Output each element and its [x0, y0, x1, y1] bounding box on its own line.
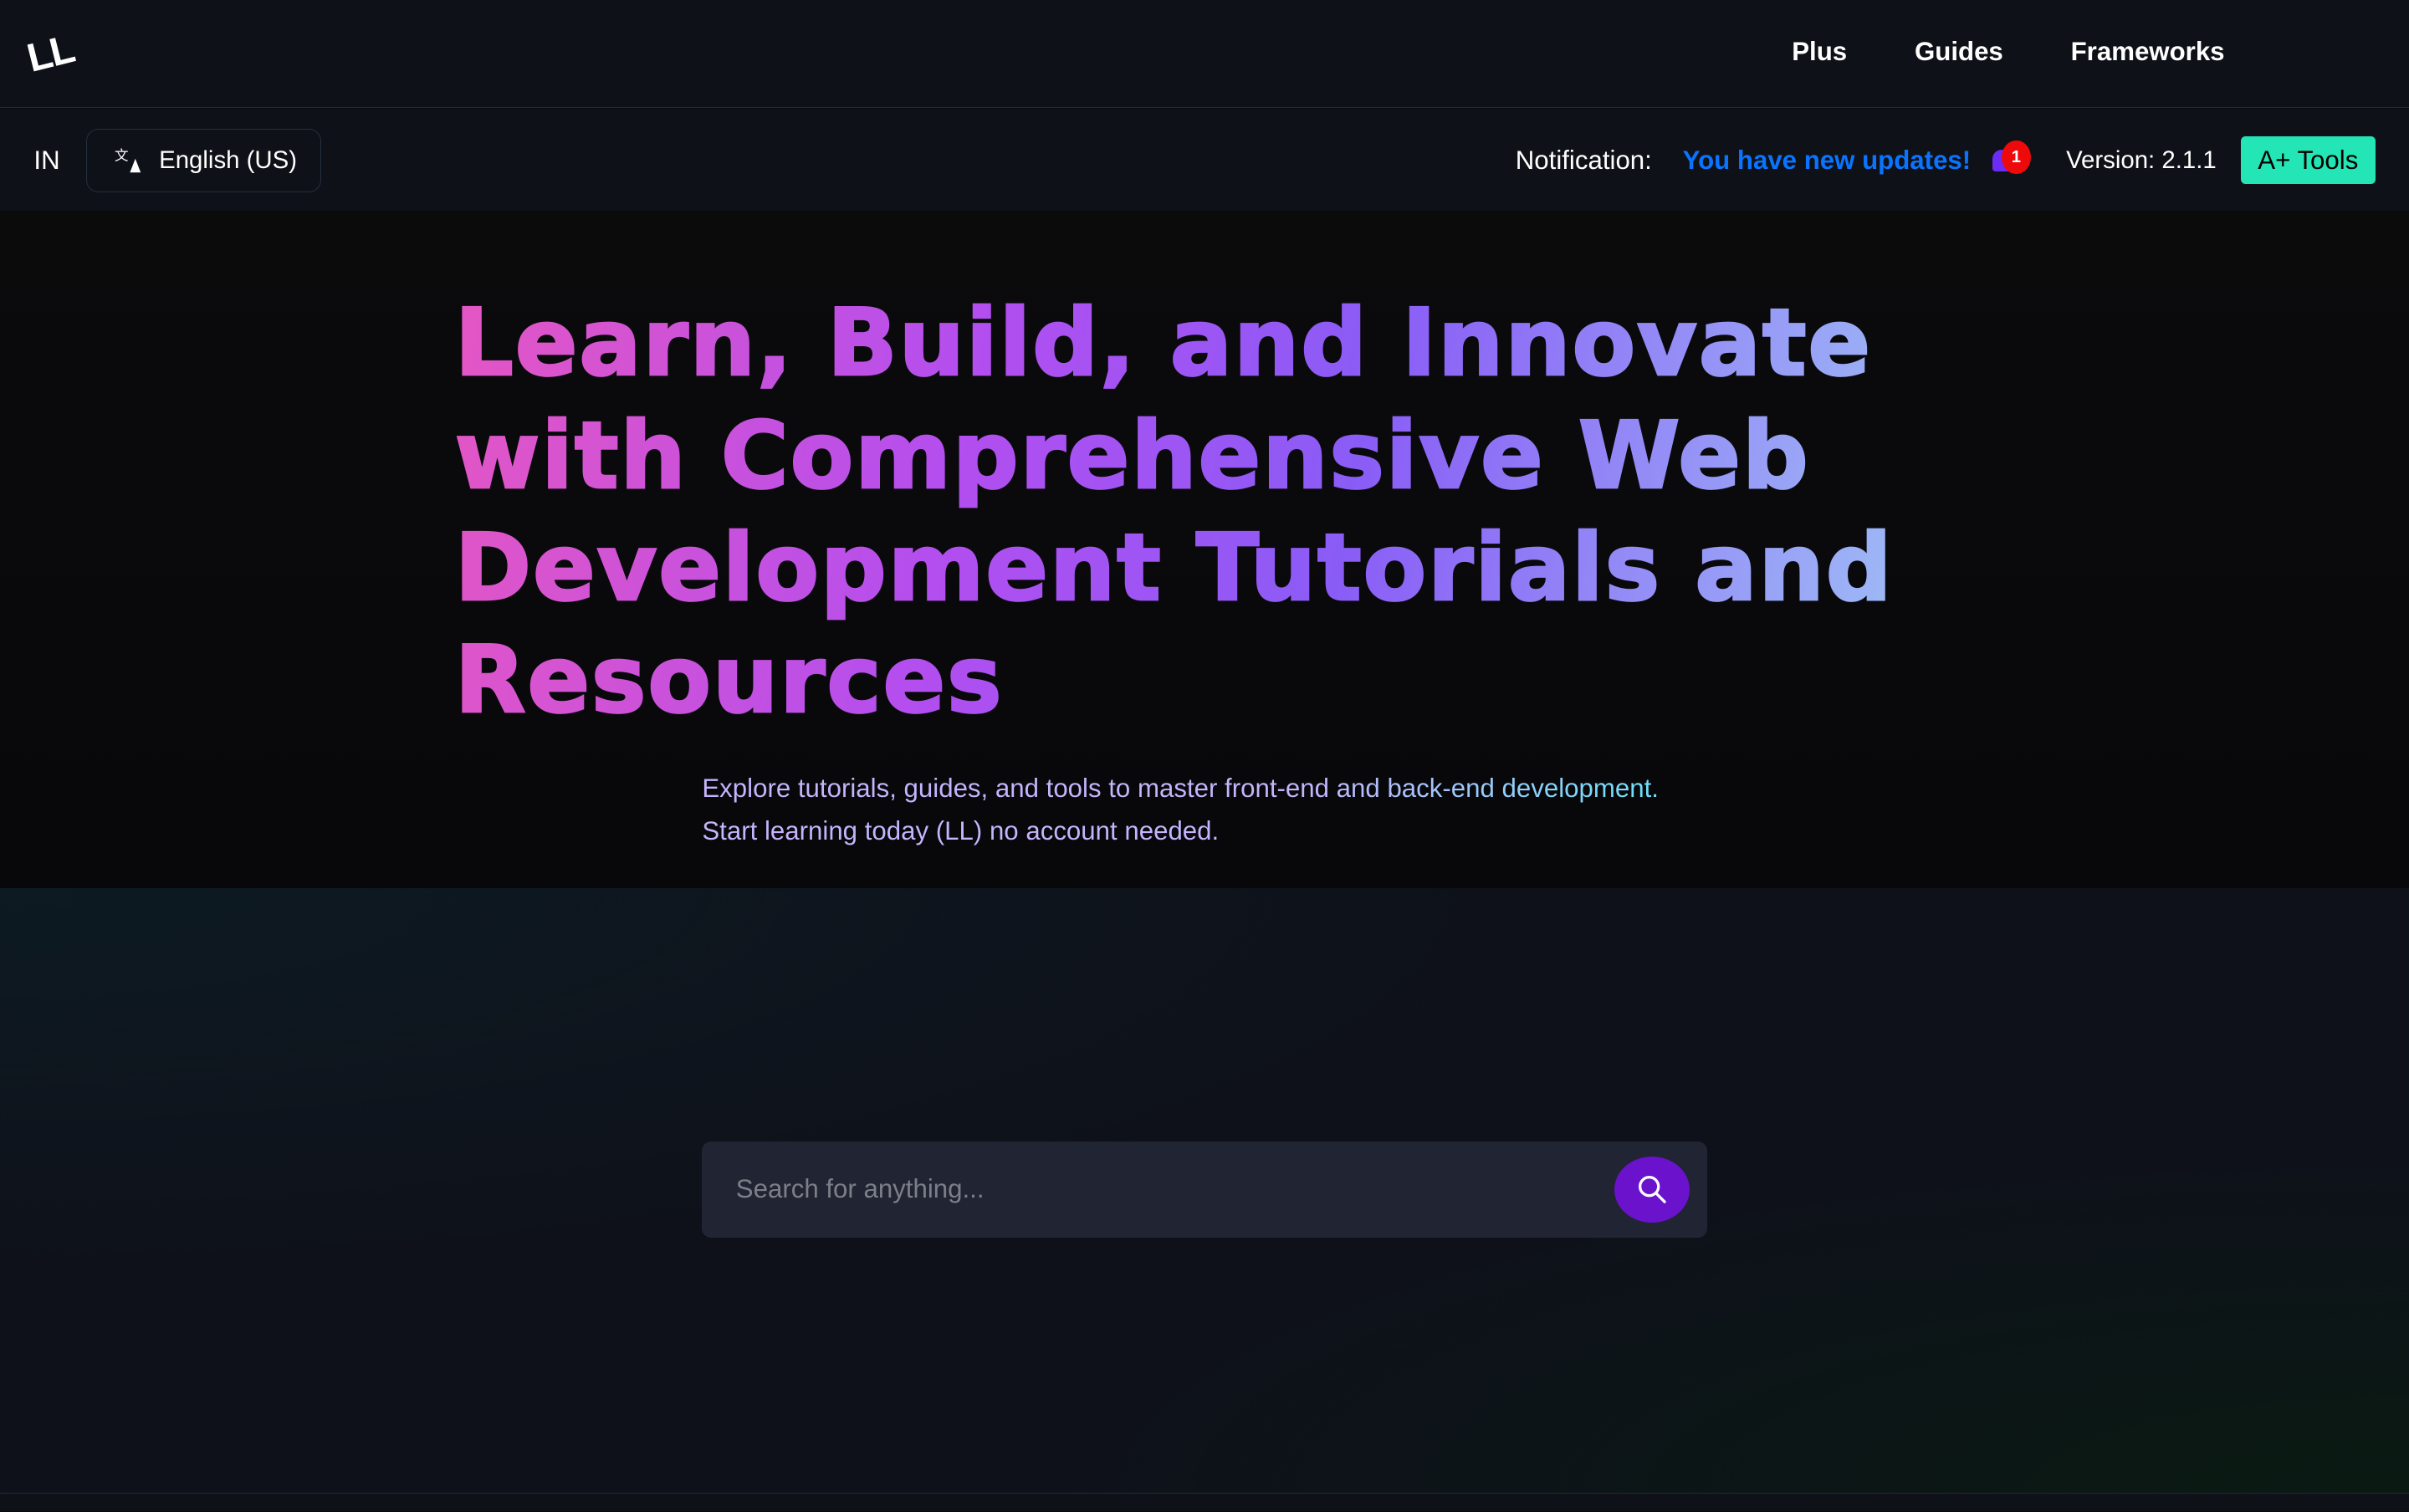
notification-message[interactable]: You have new updates! [1683, 146, 1972, 176]
search-bar [702, 1141, 1707, 1239]
hero-subtitle: Explore tutorials, guides, and tools to … [702, 767, 1716, 853]
translate-icon: 文 [115, 148, 141, 173]
language-label: English (US) [159, 146, 298, 174]
search-section [0, 887, 2409, 1494]
search-input[interactable] [735, 1168, 1566, 1209]
footer-divider [0, 1493, 2409, 1512]
version-label: Version: 2.1.1 [2066, 146, 2217, 174]
main-nav: Plus Guides Frameworks [1792, 37, 2224, 67]
hero: Learn, Build, and Innovate with Comprehe… [0, 210, 2409, 888]
hero-title: Learn, Build, and Innovate with Comprehe… [453, 287, 1930, 735]
language-selector[interactable]: 文 English (US) [85, 129, 321, 192]
search-icon [1639, 1176, 1666, 1203]
nav-plus[interactable]: Plus [1792, 37, 1847, 67]
notification-badge: 1 [2001, 140, 2031, 175]
nav-guides[interactable]: Guides [1915, 37, 2003, 67]
region-label: IN [33, 146, 60, 176]
sub-bar: IN 文 English (US) Notification: You have… [0, 109, 2409, 211]
status-area: Notification: You have new updates! 1 Ve… [1515, 136, 2376, 185]
svg-text:文: 文 [115, 148, 129, 164]
nav-frameworks[interactable]: Frameworks [2071, 37, 2225, 67]
top-navigation: LL Plus Guides Frameworks [0, 0, 2409, 108]
subtitle-line-1: Explore tutorials, guides, and tools to … [702, 773, 1659, 803]
tools-button[interactable]: A+ Tools [2241, 136, 2376, 185]
logo[interactable]: LL [23, 26, 78, 82]
search-button[interactable] [1614, 1157, 1690, 1223]
notification-label: Notification: [1515, 145, 1652, 175]
subtitle-line-2: Start learning today (LL) no account nee… [702, 815, 1220, 845]
notification-bell[interactable]: 1 [1989, 140, 2032, 181]
